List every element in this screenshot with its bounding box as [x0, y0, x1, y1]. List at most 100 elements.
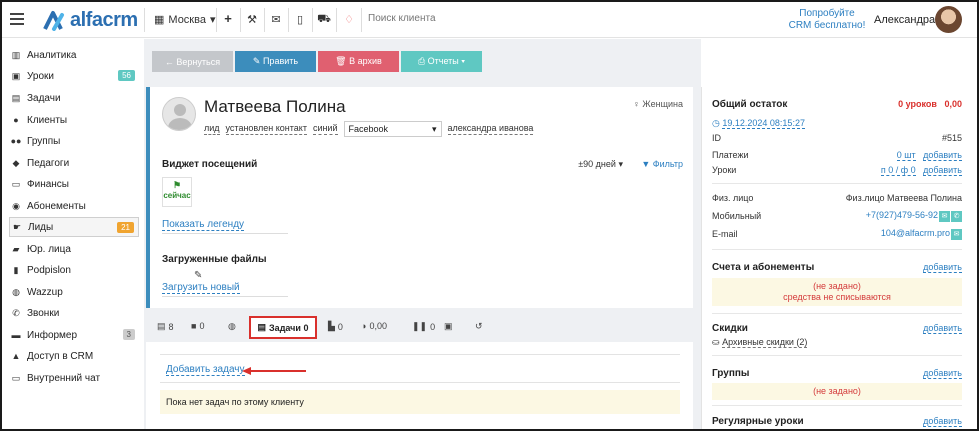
- filter-label: Фильтр: [652, 159, 683, 169]
- logo-text: alfacrm: [70, 8, 138, 31]
- client-search-input[interactable]: [368, 13, 528, 24]
- reports-button[interactable]: ⎙ Отчеты ▾: [401, 51, 482, 72]
- sidebar-item-podpislon[interactable]: ▮ Podpislon: [9, 260, 139, 280]
- email-value[interactable]: 104@alfacrm.pro: [881, 228, 950, 238]
- tab-tasks[interactable]: ▤ Задачи 0: [249, 316, 317, 339]
- sidebar-item-legal-entities[interactable]: ▰ Юр. лица: [9, 239, 139, 259]
- sidebar-item-finances[interactable]: ▭ Финансы: [9, 174, 139, 194]
- avatar[interactable]: [935, 6, 962, 33]
- tab-count: 0: [199, 321, 205, 331]
- accounts-not-set: (не задано): [813, 281, 861, 291]
- cart-icon[interactable]: ⛟: [317, 13, 331, 27]
- divider: [288, 8, 289, 32]
- add-payment-link[interactable]: добавить: [923, 150, 962, 161]
- lessons-row: Уроки п 0 / ф 0 добавить: [712, 163, 962, 177]
- add-account-link[interactable]: добавить: [923, 262, 962, 273]
- tab-lessons[interactable]: ▙ 0: [328, 321, 343, 332]
- phone-icon[interactable]: ✆: [951, 211, 962, 222]
- history-icon: ↺: [475, 321, 483, 331]
- balance-title: Общий остаток: [712, 98, 788, 110]
- visits-widget-title: Виджет посещений: [162, 159, 258, 170]
- upload-file-link[interactable]: Загрузить новый: [162, 282, 240, 294]
- divider: [162, 233, 288, 234]
- lessons-count-link[interactable]: п 0 / ф 0: [880, 165, 916, 176]
- lock-icon: ▲: [11, 351, 21, 361]
- sidebar-item-teachers[interactable]: ◆ Педагоги: [9, 153, 139, 173]
- menu-icon[interactable]: [10, 13, 24, 25]
- logo[interactable]: alfacrm: [42, 9, 138, 31]
- date-row: ◷ 19.12.2024 08:15:27: [712, 116, 962, 130]
- sidebar-item-internal-chat[interactable]: ▭ Внутренний чат: [9, 368, 139, 388]
- add-task-link[interactable]: Добавить задачу: [166, 364, 245, 376]
- filter-button[interactable]: ▼ Фильтр: [641, 159, 683, 169]
- archive-discounts-link[interactable]: ⛀ Архивные скидки (2): [712, 336, 808, 348]
- tag-lead[interactable]: лид: [204, 123, 220, 135]
- tab-camera[interactable]: ▣: [444, 321, 453, 332]
- promo-link[interactable]: Попробуйте CRM бесплатно!: [787, 8, 867, 32]
- add-group-link[interactable]: добавить: [923, 368, 962, 379]
- sidebar-item-informer[interactable]: ▬ Информер 3: [9, 325, 139, 345]
- divider: [312, 8, 313, 32]
- action-toolbar: ← Вернуться ✎ Править 🗑 В архив ⎙ Отчеты…: [152, 51, 482, 72]
- wrench-icon[interactable]: ⚒: [245, 13, 259, 26]
- sidebar-item-wazzup[interactable]: ◍ Wazzup: [9, 282, 139, 302]
- archive-button[interactable]: 🗑 В архив: [318, 51, 399, 72]
- bell-icon[interactable]: ♢: [342, 13, 356, 26]
- sidebar-item-subscriptions[interactable]: ◉ Абонементы: [9, 196, 139, 216]
- sidebar-item-analytics[interactable]: ▥ Аналитика: [9, 45, 139, 65]
- tab-payments[interactable]: ◑ 0,00: [361, 321, 387, 331]
- payments-count-link[interactable]: 0 шт: [896, 150, 916, 161]
- back-button[interactable]: ← Вернуться: [152, 51, 233, 72]
- sidebar-item-label: Абонементы: [27, 200, 86, 212]
- add-regular-lesson-link[interactable]: добавить: [923, 416, 962, 427]
- sidebar-item-calls[interactable]: ✆ Звонки: [9, 303, 139, 323]
- plus-icon[interactable]: +: [221, 11, 235, 26]
- tab-comments[interactable]: ▤ 8: [157, 321, 174, 332]
- sidebar-item-label: Информер: [27, 329, 78, 341]
- sidebar-item-label: Внутренний чат: [27, 372, 101, 384]
- filter-icon: ▼: [641, 159, 651, 169]
- mobile-value[interactable]: +7(927)479-56-92: [866, 210, 938, 220]
- sidebar-item-leads[interactable]: ☛ Лиды 21: [9, 217, 139, 237]
- source-select[interactable]: Facebook ▾: [343, 121, 442, 137]
- manager-link[interactable]: александра иванова: [447, 123, 534, 135]
- balance-row: Общий остаток 0 уроков 0,00: [712, 97, 962, 111]
- edit-button[interactable]: ✎ Править: [235, 51, 316, 72]
- period-selector[interactable]: ±90 дней ▾: [578, 159, 623, 170]
- balance-amount: 0,00: [944, 99, 962, 109]
- mail-icon[interactable]: ✉: [951, 229, 962, 240]
- tab-count: 0: [430, 321, 436, 332]
- scrollbar[interactable]: [971, 39, 977, 429]
- sidebar-item-lessons[interactable]: ▣ Уроки 56: [9, 66, 139, 86]
- created-date[interactable]: ◷ 19.12.2024 08:15:27: [712, 117, 805, 129]
- tab-pauses[interactable]: ❚❚ 0: [412, 321, 435, 332]
- sidebar-item-crm-access[interactable]: ▲ Доступ в CRM: [9, 346, 139, 366]
- sms-icon[interactable]: ✉: [939, 211, 950, 222]
- mobile-icon[interactable]: ▯: [293, 13, 307, 26]
- client-avatar: [162, 97, 196, 131]
- tab-history[interactable]: ↺: [475, 321, 483, 332]
- user-name[interactable]: Александра: [874, 14, 935, 26]
- add-discount-link[interactable]: добавить: [923, 323, 962, 334]
- add-lesson-link[interactable]: добавить: [923, 165, 962, 176]
- email-label: E-mail: [712, 229, 738, 239]
- date-value: 19.12.2024 08:15:27: [722, 117, 805, 129]
- visit-cell[interactable]: ⚑ сейчас: [162, 177, 192, 207]
- accounts-no-charge: средства не списываются: [783, 292, 891, 302]
- archive-discounts-row: ⛀ Архивные скидки (2): [712, 335, 962, 349]
- sidebar-item-label: Лиды: [28, 221, 54, 233]
- person-label: Физ. лицо: [712, 193, 754, 203]
- tab-messages[interactable]: ■ 0: [191, 321, 204, 331]
- tab-whatsapp[interactable]: ◍: [228, 321, 236, 332]
- tag-color[interactable]: синий: [312, 123, 338, 135]
- branch-selector[interactable]: ▦ Москва ▾: [154, 13, 216, 27]
- sidebar-item-groups[interactable]: ●● Группы: [9, 131, 139, 151]
- sidebar-item-tasks[interactable]: ▤ Задачи: [9, 88, 139, 108]
- mail-icon[interactable]: ✉: [269, 13, 283, 26]
- show-legend-link[interactable]: Показать легенду: [162, 219, 245, 231]
- teacher-icon: ◆: [12, 157, 20, 168]
- sidebar-item-clients[interactable]: ● Клиенты: [9, 110, 139, 130]
- tag-status[interactable]: установлен контакт: [225, 123, 307, 135]
- user-icon: ●: [13, 115, 19, 125]
- top-bar: alfacrm ▦ Москва ▾ + ⚒ ✉ ▯ ⛟ ♢ Попробуйт…: [2, 2, 977, 38]
